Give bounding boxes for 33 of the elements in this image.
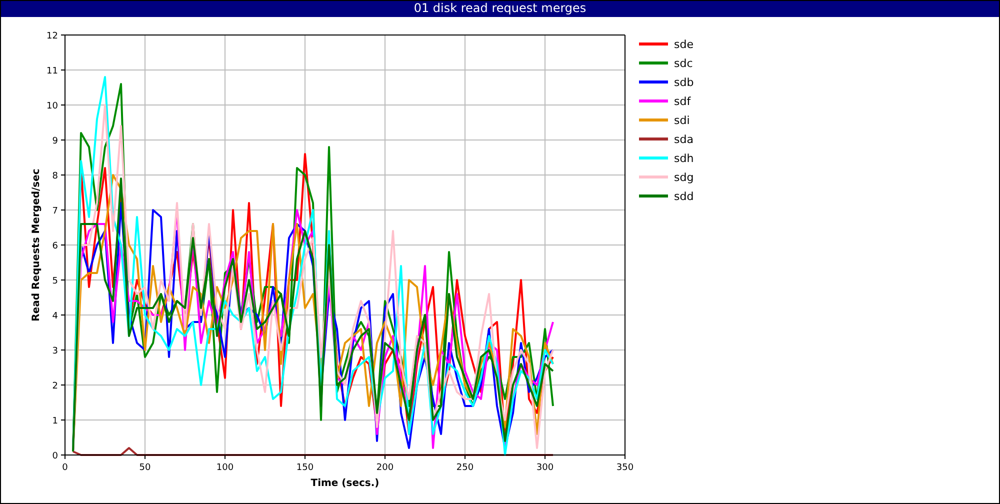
tick-label: 9	[52, 136, 58, 146]
tick-label: 0	[62, 463, 68, 473]
legend-label: sdc	[674, 57, 693, 70]
axis-label: Read Requests Merged/sec	[31, 168, 42, 322]
legend-label: sdg	[674, 171, 694, 184]
tick-label: 100	[216, 463, 234, 473]
tick-label: 5	[52, 276, 58, 286]
tick-label: 4	[52, 312, 58, 322]
tick-label: 1	[52, 416, 58, 426]
tick-label: 350	[616, 463, 634, 473]
tick-label: 2	[52, 382, 58, 392]
legend-label: sdd	[674, 190, 694, 203]
tick-label: 12	[46, 32, 58, 42]
legend-label: sdh	[674, 152, 694, 165]
tick-label: 6	[52, 242, 58, 252]
tick-label: 150	[296, 463, 314, 473]
tick-label: 7	[52, 206, 58, 216]
legend-label: sdf	[674, 95, 691, 108]
window-title: 01 disk read request merges	[414, 1, 586, 16]
axis-label: Time (secs.)	[310, 478, 380, 489]
tick-label: 8	[52, 172, 58, 182]
tick-label: 3	[52, 346, 58, 356]
legend-label: sdb	[674, 76, 694, 89]
tick-label: 250	[456, 463, 474, 473]
tick-label: 200	[376, 463, 394, 473]
tick-label: 0	[52, 452, 58, 462]
tick-label: 11	[46, 66, 58, 76]
tick-label: 300	[536, 463, 554, 473]
tick-label: 50	[139, 463, 151, 473]
tick-label: 10	[46, 102, 58, 112]
legend-label: sda	[674, 133, 694, 146]
legend-label: sde	[674, 38, 694, 51]
legend-label: sdi	[674, 114, 690, 127]
